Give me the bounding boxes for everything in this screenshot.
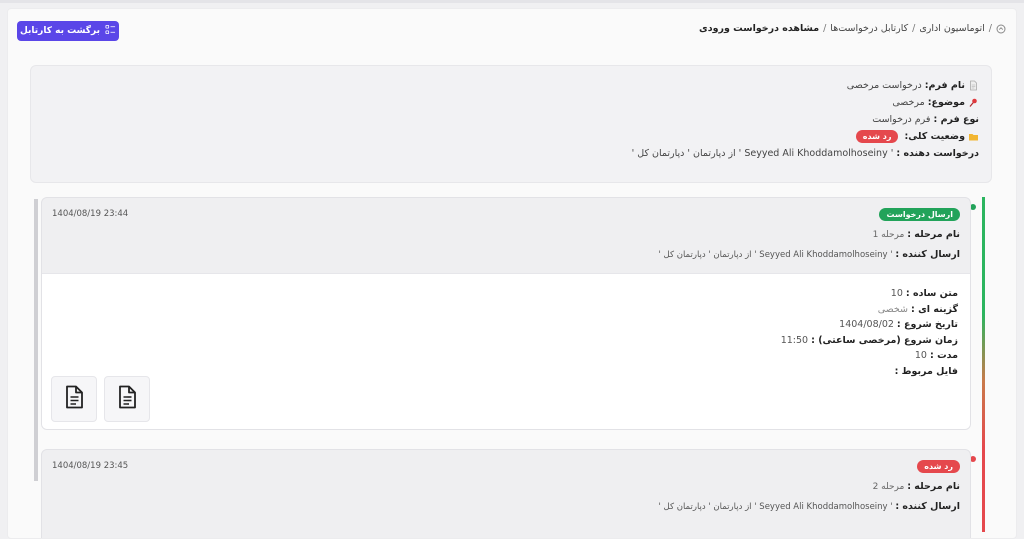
field-value: شخصی [877, 303, 908, 315]
status-row: وضعیت کلی: رد شده [43, 128, 979, 145]
folder-icon [968, 131, 979, 142]
field-row: گزینه ای : شخصی [54, 302, 958, 318]
subject-value: مرخصی [892, 97, 925, 108]
timeline-scroll-track[interactable] [34, 199, 38, 481]
field-label: تاریخ شروع : [896, 319, 958, 331]
form-name-value: درخواست مرخصی [846, 80, 922, 91]
step-header: 1404/08/19 23:44 ارسال درخواست نام مرحله… [42, 198, 970, 273]
file-icon [114, 384, 140, 414]
step-timestamp: 1404/08/19 23:45 [52, 461, 129, 471]
status-label: وضعیت کلی: [904, 131, 965, 142]
document-icon [968, 80, 979, 91]
step-status-badge: رد شده [917, 459, 960, 473]
field-row: مدت : 10 [54, 348, 958, 364]
list-icon [105, 24, 116, 38]
timeline-step: 1404/08/19 23:45 رد شده نام مرحله : مرحل… [41, 449, 971, 538]
form-type-label: نوع فرم : [933, 114, 979, 125]
step-stage-value: مرحله 1 [872, 230, 905, 240]
back-to-cartable-button[interactable]: برگشت به کارتابل [17, 21, 119, 41]
step-form-fields: متن ساده : 10 گزینه ای : شخصی تاریخ شروع… [42, 273, 970, 429]
field-label: مدت : [929, 350, 958, 362]
step-sender-value: ' Seyyed Ali Khoddamolhoseiny ' از دپارت… [658, 250, 893, 260]
field-label: متن ساده : [905, 288, 958, 300]
breadcrumb-separator: / [912, 23, 916, 34]
back-button-label: برگشت به کارتابل [20, 26, 100, 36]
field-row: متن ساده : 10 [54, 286, 958, 302]
breadcrumb-item-cartable[interactable]: کارتابل درخواست‌ها [830, 23, 908, 34]
step-stage-line: نام مرحله : مرحله 1 [52, 229, 960, 240]
home-icon[interactable] [996, 24, 1006, 34]
field-row: تاریخ شروع : 1404/08/02 [54, 317, 958, 333]
breadcrumb-item-current: مشاهده درخواست ورودی [699, 23, 820, 34]
breadcrumb-separator: / [988, 23, 992, 34]
requester-row: درخواست دهنده : ' Seyyed Ali Khoddamolho… [43, 145, 979, 162]
breadcrumb-separator: / [823, 23, 827, 34]
timeline-line [982, 197, 985, 532]
field-label: فایل مربوط : [894, 365, 958, 377]
status-badge: رد شده [855, 130, 899, 143]
step-sender-label: ارسال کننده : [895, 249, 960, 260]
requester-label: درخواست دهنده : [896, 148, 979, 159]
pin-icon [968, 97, 979, 108]
breadcrumb-item-automation[interactable]: اتوماسیون اداری [919, 23, 984, 34]
step-stage-value: مرحله 2 [872, 482, 905, 492]
field-value: 11:50 [780, 334, 809, 346]
step-timestamp: 1404/08/19 23:44 [52, 209, 129, 219]
step-sender-line: ارسال کننده : ' Seyyed Ali Khoddamolhose… [52, 249, 961, 260]
step-sender-label: ارسال کننده : [895, 501, 960, 512]
subject-row: موضوع: مرخصی [43, 94, 979, 111]
field-value: 10 [914, 350, 927, 362]
field-label: زمان شروع (مرخصی ساعتی) : [811, 334, 958, 346]
field-row: فایل مربوط : [54, 364, 958, 380]
step-stage-line: نام مرحله : مرحله 2 [52, 481, 960, 492]
form-name-label: نام فرم: [924, 80, 965, 91]
top-divider [0, 0, 1024, 3]
request-info-card: نام فرم: درخواست مرخصی موضوع: مرخصی نوع … [30, 65, 992, 183]
form-name-row: نام فرم: درخواست مرخصی [43, 77, 979, 94]
breadcrumb: / اتوماسیون اداری / کارتابل درخواست‌ها /… [699, 23, 1006, 34]
form-type-row: نوع فرم : فرم درخواست [43, 111, 979, 128]
step-stage-label: نام مرحله : [907, 481, 960, 492]
requester-value: ' Seyyed Ali Khoddamolhoseiny ' از دپارت… [631, 148, 894, 159]
file-attachment[interactable] [104, 376, 150, 422]
step-sender-value: ' Seyyed Ali Khoddamolhoseiny ' از دپارت… [658, 502, 893, 512]
field-row: زمان شروع (مرخصی ساعتی) : 11:50 [54, 333, 958, 349]
subject-label: موضوع: [927, 97, 965, 108]
field-value: 10 [890, 288, 903, 300]
step-sender-line: ارسال کننده : ' Seyyed Ali Khoddamolhose… [52, 501, 961, 512]
timeline-step: 1404/08/19 23:44 ارسال درخواست نام مرحله… [41, 197, 971, 430]
field-value: 1404/08/02 [839, 319, 894, 331]
attached-files [51, 376, 150, 422]
page-container: / اتوماسیون اداری / کارتابل درخواست‌ها /… [7, 8, 1017, 539]
step-status-badge: ارسال درخواست [879, 207, 960, 221]
step-stage-label: نام مرحله : [907, 229, 960, 240]
step-header: 1404/08/19 23:45 رد شده نام مرحله : مرحل… [42, 450, 970, 525]
file-icon [61, 384, 87, 414]
file-attachment[interactable] [51, 376, 97, 422]
field-label: گزینه ای : [910, 303, 958, 315]
form-type-value: فرم درخواست [872, 114, 931, 125]
